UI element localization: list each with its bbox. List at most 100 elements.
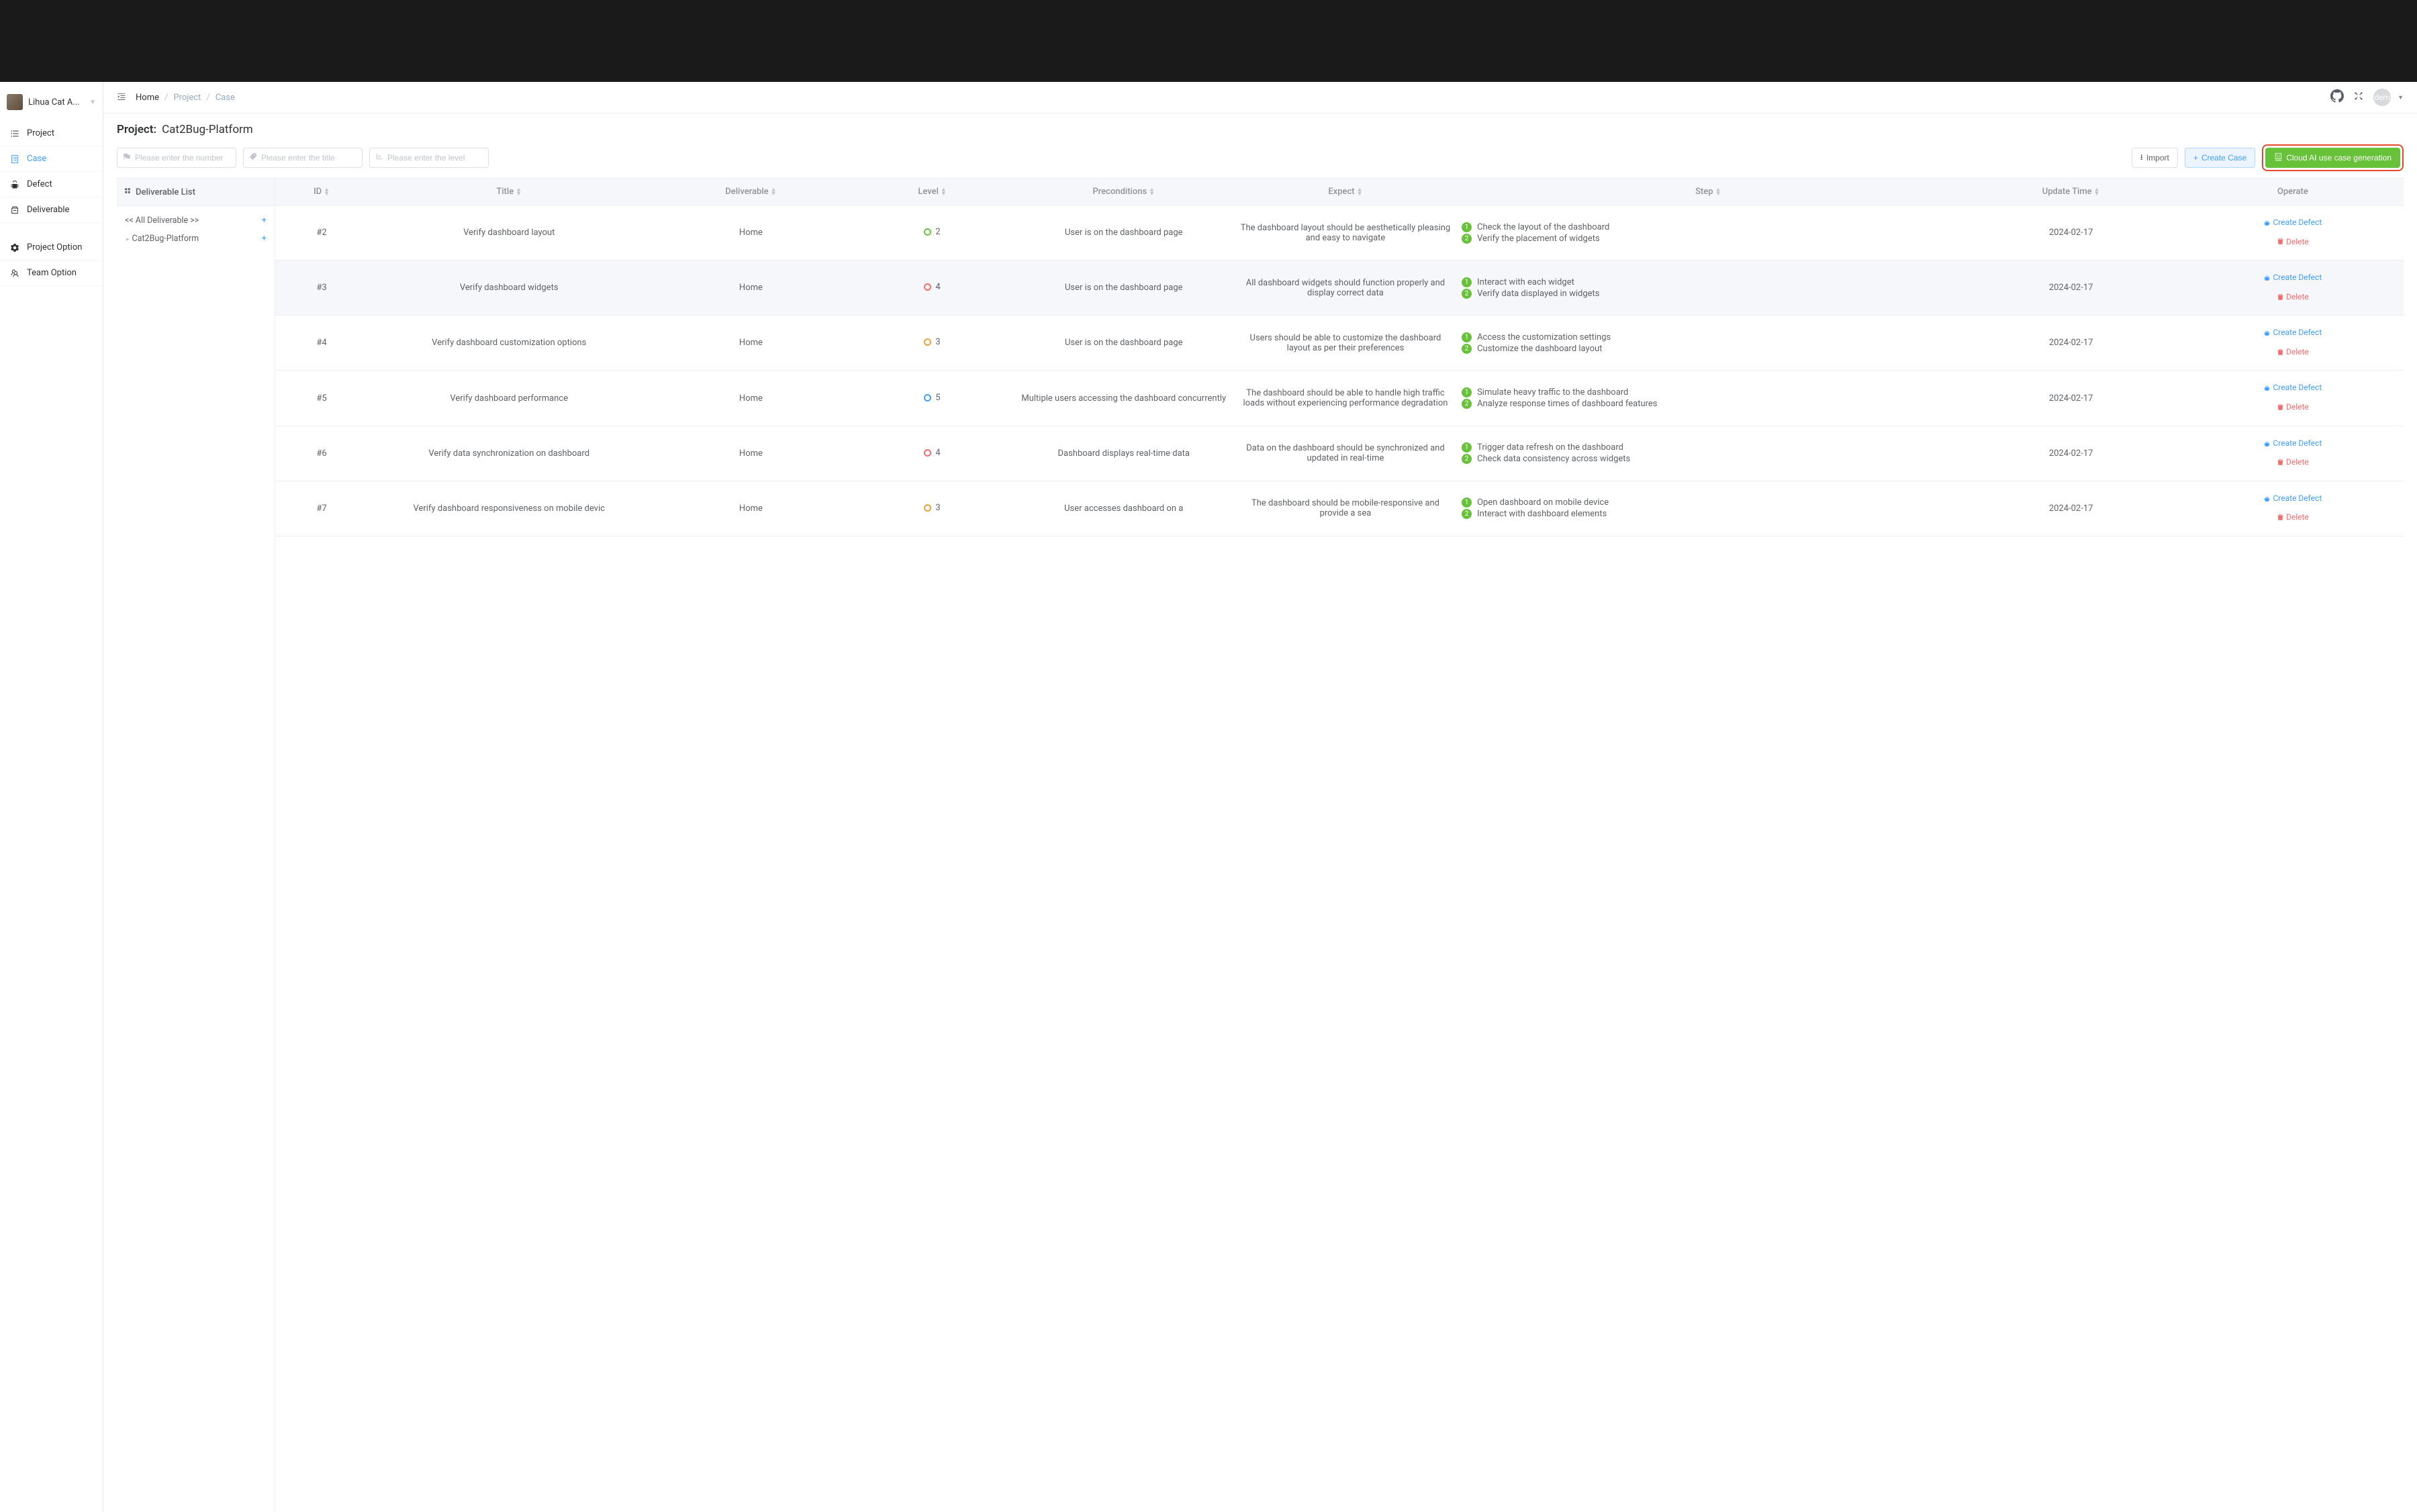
cell-preconditions: User is on the dashboard page [1013, 261, 1235, 316]
title-input[interactable] [261, 153, 357, 162]
create-defect-link[interactable]: Create Defect [2263, 215, 2322, 230]
chevron-down-icon[interactable]: ▼ [2398, 94, 2404, 101]
plus-icon[interactable]: + [262, 234, 267, 244]
plus-icon[interactable]: + [262, 216, 267, 226]
create-defect-link[interactable]: Create Defect [2263, 436, 2322, 451]
breadcrumb: Home / Project / Case [136, 93, 235, 103]
cell-level: 3 [852, 481, 1013, 536]
robot-icon [2274, 152, 2283, 163]
main-header: Home / Project / Case dem ▼ [103, 82, 2417, 113]
project-icon [9, 129, 20, 138]
table-row[interactable]: #4Verify dashboard customization options… [275, 316, 2404, 371]
tree-root-node[interactable]: ▸Cat2Bug-Platform + [120, 230, 272, 248]
col-deliverable[interactable]: Deliverable▲▼ [650, 179, 851, 205]
level-ring-icon [924, 283, 931, 291]
caret-right-icon: ▸ [126, 236, 130, 243]
col-expect[interactable]: Expect▲▼ [1235, 179, 1456, 205]
cell-update-time: 2024-02-17 [1960, 316, 2182, 371]
create-case-button[interactable]: + Create Case [2185, 148, 2255, 168]
create-defect-link[interactable]: Create Defect [2263, 270, 2322, 285]
project-avatar [7, 94, 23, 110]
cell-preconditions: User is on the dashboard page [1013, 205, 1235, 261]
cell-steps: 1Check the layout of the dashboard2Verif… [1456, 205, 1960, 261]
col-preconditions[interactable]: Preconditions▲▼ [1013, 179, 1235, 205]
user-avatar[interactable]: dem [2373, 89, 2391, 106]
delete-link[interactable]: Delete [2277, 510, 2309, 525]
nav-label: Team Option [27, 268, 77, 278]
sidebar: Lihua Cat A... ▼ ProjectCaseDefectDelive… [0, 82, 103, 1512]
step-text: Open dashboard on mobile device [1477, 498, 1609, 508]
breadcrumb-home[interactable]: Home [136, 93, 159, 103]
step-number: 2 [1462, 234, 1472, 244]
delete-link[interactable]: Delete [2277, 234, 2309, 250]
breadcrumb-project[interactable]: Project [173, 93, 201, 103]
col-step[interactable]: Step▲▼ [1456, 179, 1960, 205]
project-switcher[interactable]: Lihua Cat A... ▼ [0, 89, 103, 121]
defect-icon [9, 180, 20, 189]
nav-project[interactable]: Project [0, 121, 103, 146]
nav-list: ProjectCaseDefectDeliverable Project Opti… [0, 121, 103, 286]
cell-operate: Create Defect Delete [2182, 481, 2404, 536]
nav-team-option[interactable]: Team Option [0, 261, 103, 286]
cell-operate: Create Defect Delete [2182, 205, 2404, 261]
cell-title: Verify dashboard layout [368, 205, 650, 261]
step-number: 1 [1462, 498, 1472, 508]
cell-expect: The dashboard layout should be aesthetic… [1235, 205, 1456, 261]
github-icon[interactable] [2330, 89, 2344, 105]
hamburger-icon[interactable] [117, 91, 126, 104]
cell-operate: Create Defect Delete [2182, 261, 2404, 316]
cell-title: Verify data synchronization on dashboard [368, 426, 650, 481]
cell-expect: The dashboard should be mobile-responsiv… [1235, 481, 1456, 536]
highlighted-control: Cloud AI use case generation [2262, 144, 2404, 171]
table-row[interactable]: #2Verify dashboard layoutHome2User is on… [275, 205, 2404, 261]
table-row[interactable]: #6Verify data synchronization on dashboa… [275, 426, 2404, 481]
number-input[interactable] [135, 153, 230, 162]
breadcrumb-case[interactable]: Case [216, 93, 235, 103]
deliverable-panel: Deliverable List << All Deliverable >> +… [117, 179, 275, 1512]
table-row[interactable]: #5Verify dashboard performanceHome5Multi… [275, 371, 2404, 426]
step-text: Analyze response times of dashboard feat… [1477, 399, 1657, 409]
delete-link[interactable]: Delete [2277, 344, 2309, 360]
col-operate: Operate [2182, 179, 2404, 205]
delete-link[interactable]: Delete [2277, 399, 2309, 415]
cell-update-time: 2024-02-17 [1960, 481, 2182, 536]
deliverable-header: Deliverable List [117, 179, 275, 206]
nav-case[interactable]: Case [0, 146, 103, 172]
create-defect-link[interactable]: Create Defect [2263, 325, 2322, 340]
cloud-ai-button[interactable]: Cloud AI use case generation [2265, 148, 2400, 168]
cell-deliverable: Home [650, 481, 851, 536]
level-input[interactable] [387, 153, 483, 162]
delete-link[interactable]: Delete [2277, 455, 2309, 470]
col-level[interactable]: Level▲▼ [852, 179, 1013, 205]
delete-link[interactable]: Delete [2277, 289, 2309, 305]
cell-preconditions: Multiple users accessing the dashboard c… [1013, 371, 1235, 426]
import-button[interactable]: ⭳ Import [2132, 148, 2178, 168]
nav-deliverable[interactable]: Deliverable [0, 197, 103, 223]
table-row[interactable]: #3Verify dashboard widgetsHome4User is o… [275, 261, 2404, 316]
step-text: Interact with dashboard elements [1477, 509, 1607, 519]
level-ring-icon [924, 394, 931, 401]
nav-defect[interactable]: Defect [0, 172, 103, 197]
cell-steps: 1Interact with each widget2Verify data d… [1456, 261, 1960, 316]
title-filter[interactable] [243, 148, 363, 168]
tree-all-deliverable[interactable]: << All Deliverable >> + [120, 211, 272, 230]
cell-id: #4 [275, 316, 368, 371]
cell-preconditions: User accesses dashboard on a [1013, 481, 1235, 536]
download-icon: ⭳ [2140, 151, 2143, 165]
level-filter[interactable] [369, 148, 489, 168]
col-title[interactable]: Title▲▼ [368, 179, 650, 205]
cell-deliverable: Home [650, 426, 851, 481]
step-number: 2 [1462, 454, 1472, 464]
step-text: Interact with each widget [1477, 277, 1574, 287]
create-defect-link[interactable]: Create Defect [2263, 380, 2322, 395]
table-row[interactable]: #7Verify dashboard responsiveness on mob… [275, 481, 2404, 536]
step-number: 1 [1462, 222, 1472, 232]
step-number: 2 [1462, 344, 1472, 354]
col-id[interactable]: ID▲▼ [275, 179, 368, 205]
nav-project-option[interactable]: Project Option [0, 235, 103, 261]
col-update-time[interactable]: Update Time▲▼ [1960, 179, 2182, 205]
grid-icon [124, 187, 132, 197]
create-defect-link[interactable]: Create Defect [2263, 491, 2322, 506]
number-filter[interactable] [117, 148, 236, 168]
fullscreen-icon[interactable] [2353, 91, 2364, 104]
